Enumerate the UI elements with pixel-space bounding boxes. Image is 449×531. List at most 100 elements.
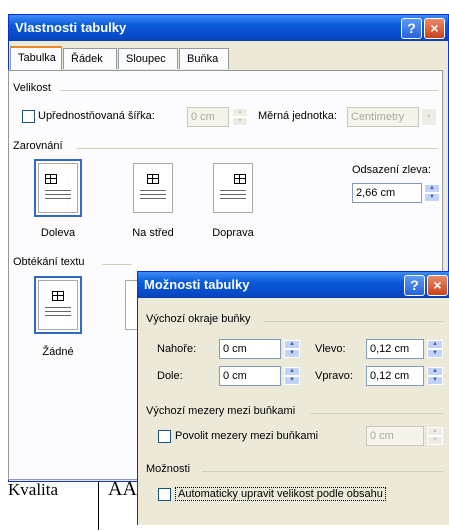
close-icon: × bbox=[430, 20, 439, 36]
margin-left-input[interactable]: 0,12 cm bbox=[366, 339, 424, 359]
alignment-group-label: Zarovnání bbox=[13, 140, 63, 152]
margin-left-spinner[interactable]: ▲ ▼ bbox=[427, 340, 443, 358]
document-cell-kvalita: Kvalita bbox=[8, 480, 59, 499]
spin-up-icon[interactable]: ▲ bbox=[232, 108, 248, 117]
spacing-group-line bbox=[310, 413, 444, 414]
margin-top-spinner[interactable]: ▲ ▼ bbox=[284, 340, 300, 358]
align-left-option[interactable] bbox=[34, 159, 82, 217]
spin-up-icon[interactable]: ▲ bbox=[424, 184, 440, 193]
spin-down-icon[interactable]: ▼ bbox=[427, 349, 443, 358]
text-lines-icon bbox=[220, 190, 246, 191]
spin-down-icon[interactable]: ▼ bbox=[232, 117, 248, 126]
allow-spacing-checkbox[interactable] bbox=[158, 430, 171, 443]
table-wrap-none-icon bbox=[52, 291, 64, 301]
spacing-spinner[interactable]: ▲ ▼ bbox=[427, 427, 443, 445]
preferred-width-label: Upřednostňovaná šířka: bbox=[38, 110, 155, 122]
align-center-option[interactable] bbox=[133, 163, 173, 213]
tab-row[interactable]: Řádek bbox=[63, 48, 117, 69]
margin-left-label: Vlevo: bbox=[315, 343, 346, 355]
size-group-label: Velikost bbox=[13, 82, 51, 94]
help-button[interactable]: ? bbox=[401, 18, 422, 39]
text-lines-icon bbox=[140, 198, 166, 199]
align-center-label: Na střed bbox=[132, 227, 174, 239]
options-close-button[interactable]: × bbox=[427, 275, 448, 296]
unit-label: Měrná jednotka: bbox=[258, 110, 337, 122]
close-icon: × bbox=[433, 277, 442, 293]
margin-right-input[interactable]: 0,12 cm bbox=[366, 366, 424, 386]
spin-down-icon[interactable]: ▼ bbox=[284, 349, 300, 358]
tab-column[interactable]: Sloupec bbox=[118, 48, 178, 69]
spin-up-icon[interactable]: ▲ bbox=[284, 340, 300, 349]
unit-select[interactable]: Centimetry bbox=[347, 107, 419, 127]
align-left-label: Doleva bbox=[40, 227, 76, 239]
spin-up-icon[interactable]: ▲ bbox=[427, 427, 443, 436]
options-help-button[interactable]: ? bbox=[404, 275, 425, 296]
text-lines-icon bbox=[45, 190, 71, 191]
spin-down-icon[interactable]: ▼ bbox=[427, 376, 443, 385]
options-dialog-title: Možnosti tabulky bbox=[144, 277, 250, 292]
text-lines-icon bbox=[140, 190, 166, 191]
spin-down-icon[interactable]: ▼ bbox=[284, 376, 300, 385]
spin-up-icon[interactable]: ▲ bbox=[427, 340, 443, 349]
table-options-titlebar[interactable]: Možnosti tabulky bbox=[138, 272, 449, 298]
tab-row-label: Řádek bbox=[71, 53, 103, 65]
align-right-label: Doprava bbox=[212, 227, 254, 239]
tab-table[interactable]: Tabulka bbox=[10, 46, 62, 70]
text-lines-icon bbox=[220, 198, 246, 199]
allow-spacing-label: Povolit mezery mezi buňkami bbox=[175, 430, 319, 442]
margin-bottom-input[interactable]: 0 cm bbox=[219, 366, 281, 386]
table-center-icon bbox=[147, 174, 159, 184]
text-lines-icon bbox=[45, 315, 71, 316]
text-lines-icon bbox=[45, 311, 71, 312]
preferred-width-checkbox[interactable] bbox=[22, 110, 35, 123]
indent-input[interactable]: 2,66 cm bbox=[352, 183, 422, 203]
preferred-width-spinner[interactable]: ▲ ▼ bbox=[232, 108, 248, 126]
spin-up-icon[interactable]: ▲ bbox=[427, 367, 443, 376]
wrap-none-label: Žádné bbox=[42, 346, 74, 358]
indent-spinner[interactable]: ▲ ▼ bbox=[424, 184, 440, 202]
options-group-line bbox=[202, 471, 444, 472]
spin-up-icon[interactable]: ▲ bbox=[284, 367, 300, 376]
autofit-label: Automaticky upravit velikost podle obsah… bbox=[175, 487, 386, 501]
margins-group-line bbox=[264, 321, 444, 322]
autofit-checkbox[interactable] bbox=[158, 488, 171, 501]
table-properties-titlebar[interactable]: Vlastnosti tabulky bbox=[9, 15, 448, 41]
margin-right-spinner[interactable]: ▲ ▼ bbox=[427, 367, 443, 385]
dialog-title: Vlastnosti tabulky bbox=[15, 20, 127, 35]
indent-label: Odsazení zleva: bbox=[352, 164, 431, 176]
wrap-none-option[interactable] bbox=[34, 276, 82, 334]
size-group-line bbox=[60, 90, 438, 91]
preferred-width-input[interactable]: 0 cm bbox=[187, 107, 229, 127]
wrapping-group-label: Obtékání textu bbox=[13, 256, 85, 268]
text-lines-icon bbox=[45, 198, 71, 199]
margin-bottom-label: Dole: bbox=[157, 370, 183, 382]
help-icon: ? bbox=[407, 20, 416, 36]
chevron-down-icon[interactable]: ▼ bbox=[421, 108, 437, 126]
tab-cell[interactable]: Buňka bbox=[179, 48, 229, 69]
tab-cell-label: Buňka bbox=[187, 53, 219, 65]
help-icon: ? bbox=[410, 277, 419, 293]
table-left-icon bbox=[45, 174, 57, 184]
tab-column-label: Sloupec bbox=[126, 53, 166, 65]
text-lines-icon bbox=[220, 194, 246, 195]
margin-top-input[interactable]: 0 cm bbox=[219, 339, 281, 359]
align-right-option[interactable] bbox=[213, 163, 253, 213]
spacing-group-label: Výchozí mezery mezi buňkami bbox=[146, 405, 296, 417]
unit-dropdown-arrow[interactable]: ▼ bbox=[421, 108, 437, 126]
table-right-icon bbox=[234, 174, 246, 184]
text-lines-icon bbox=[45, 194, 71, 195]
text-lines-icon bbox=[45, 307, 71, 308]
tab-table-label: Tabulka bbox=[18, 52, 56, 64]
margin-top-label: Nahoře: bbox=[157, 343, 197, 355]
margins-group-label: Výchozí okraje buňky bbox=[146, 313, 251, 325]
text-lines-icon bbox=[140, 194, 166, 195]
wrapping-group-line bbox=[102, 264, 132, 265]
options-group-label: Možnosti bbox=[146, 463, 191, 475]
margin-bottom-spinner[interactable]: ▲ ▼ bbox=[284, 367, 300, 385]
close-button[interactable]: × bbox=[424, 18, 445, 39]
spin-down-icon[interactable]: ▼ bbox=[424, 193, 440, 202]
alignment-group-line bbox=[76, 148, 438, 149]
margin-right-label: Vpravo: bbox=[315, 370, 353, 382]
spin-down-icon[interactable]: ▼ bbox=[427, 436, 443, 445]
spacing-input[interactable]: 0 cm bbox=[366, 426, 424, 446]
